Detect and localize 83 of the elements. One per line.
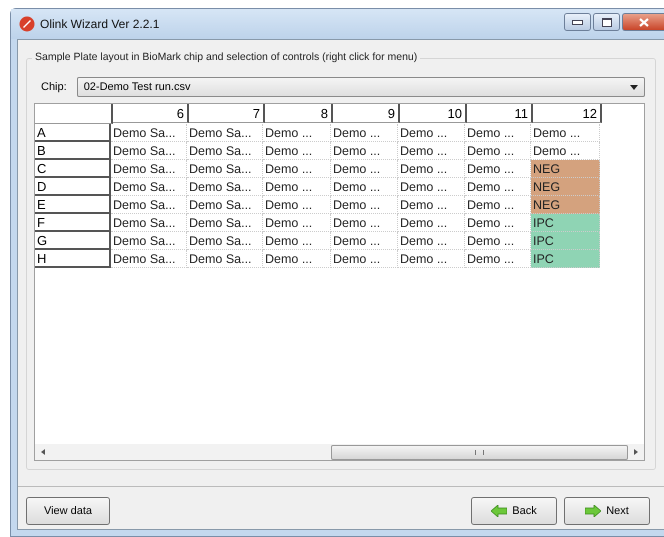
- row-header: G: [35, 232, 111, 250]
- table-cell: Demo Sa...: [187, 250, 263, 268]
- app-logo-icon: [19, 16, 35, 32]
- table-cell: Demo ...: [331, 196, 398, 214]
- right-arrow-icon: [585, 505, 602, 517]
- table-cell: Demo ...: [331, 124, 398, 142]
- row-header: B: [35, 142, 111, 160]
- maximize-button[interactable]: [593, 13, 620, 31]
- table-cell: Demo ...: [465, 124, 531, 142]
- table-cell: Demo Sa...: [111, 142, 187, 160]
- column-header: 6: [113, 104, 189, 123]
- dropdown-arrow-icon: [630, 84, 638, 90]
- row-header: H: [35, 250, 111, 268]
- back-button[interactable]: Back: [471, 497, 557, 525]
- table-cell: Demo ...: [331, 178, 398, 196]
- table-cell: Demo ...: [531, 124, 600, 142]
- table-cell: Demo Sa...: [111, 250, 187, 268]
- close-button[interactable]: [622, 13, 664, 31]
- table-cell: Demo ...: [263, 178, 331, 196]
- table-cell: Demo ...: [263, 214, 331, 232]
- table-cell: Demo ...: [398, 250, 465, 268]
- table-cell: Demo ...: [331, 250, 398, 268]
- view-data-button[interactable]: View data: [26, 497, 110, 525]
- table-cell: Demo Sa...: [187, 178, 263, 196]
- chip-dropdown[interactable]: 02-Demo Test run.csv: [76, 77, 645, 97]
- table-cell: Demo ...: [398, 214, 465, 232]
- column-header: 10: [400, 104, 467, 123]
- table-cell: Demo Sa...: [187, 124, 263, 142]
- window-title: Olink Wizard Ver 2.2.1: [40, 17, 160, 31]
- table-cell: Demo ...: [398, 196, 465, 214]
- table-cell: Demo ...: [331, 160, 398, 178]
- table-cell: Demo ...: [263, 160, 331, 178]
- table-cell: Demo ...: [331, 232, 398, 250]
- scrollbar-thumb[interactable]: [331, 444, 628, 460]
- table-cell: Demo Sa...: [111, 214, 187, 232]
- table-cell: Demo Sa...: [187, 196, 263, 214]
- row-header: D: [35, 178, 111, 196]
- table-cell: Demo ...: [263, 196, 331, 214]
- row-header: F: [35, 214, 111, 232]
- horizontal-scrollbar[interactable]: [35, 444, 644, 460]
- row-header: C: [35, 160, 111, 178]
- table-cell: Demo ...: [263, 124, 331, 142]
- table-cell: IPC: [531, 214, 600, 232]
- table-cell: Demo Sa...: [187, 214, 263, 232]
- chip-label: Chip:: [41, 81, 67, 93]
- table-cell: Demo ...: [263, 142, 331, 160]
- column-header: 12: [533, 104, 602, 123]
- table-cell: Demo Sa...: [111, 178, 187, 196]
- table-cell: Demo ...: [398, 232, 465, 250]
- table-cell: Demo Sa...: [111, 196, 187, 214]
- table-cell: Demo ...: [398, 124, 465, 142]
- scroll-left-icon: [41, 449, 45, 455]
- table-cell: NEG: [531, 160, 600, 178]
- table-cell: Demo Sa...: [187, 160, 263, 178]
- table-cell: Demo Sa...: [111, 124, 187, 142]
- row-header: A: [35, 124, 111, 142]
- group-title: Sample Plate layout in BioMark chip and selection of controls (right click for menu): [32, 51, 420, 63]
- table-cell: Demo ...: [465, 142, 531, 160]
- minimize-button[interactable]: [564, 13, 591, 31]
- table-cell: Demo Sa...: [111, 232, 187, 250]
- table-cell: Demo ...: [263, 232, 331, 250]
- table-cell: NEG: [531, 196, 600, 214]
- table-cell: Demo ...: [331, 214, 398, 232]
- close-icon: [638, 18, 648, 26]
- table-cell: Demo ...: [398, 142, 465, 160]
- next-button[interactable]: Next: [564, 497, 650, 525]
- scroll-right-icon: [634, 449, 638, 455]
- column-header: 11: [467, 104, 533, 123]
- table-cell: Demo ...: [331, 142, 398, 160]
- column-header: 8: [265, 104, 333, 123]
- table-cell: Demo ...: [398, 178, 465, 196]
- table-cell: Demo ...: [263, 250, 331, 268]
- table-cell: Demo Sa...: [187, 142, 263, 160]
- table-cell: Demo Sa...: [111, 160, 187, 178]
- table-cell: IPC: [531, 250, 600, 268]
- row-header: E: [35, 196, 111, 214]
- column-header: 7: [189, 104, 265, 123]
- table-cell: Demo ...: [398, 160, 465, 178]
- column-header: 9: [333, 104, 400, 123]
- table-cell: NEG: [531, 178, 600, 196]
- table-cell: Demo Sa...: [187, 232, 263, 250]
- table-cell: IPC: [531, 232, 600, 250]
- left-arrow-icon: [491, 505, 508, 517]
